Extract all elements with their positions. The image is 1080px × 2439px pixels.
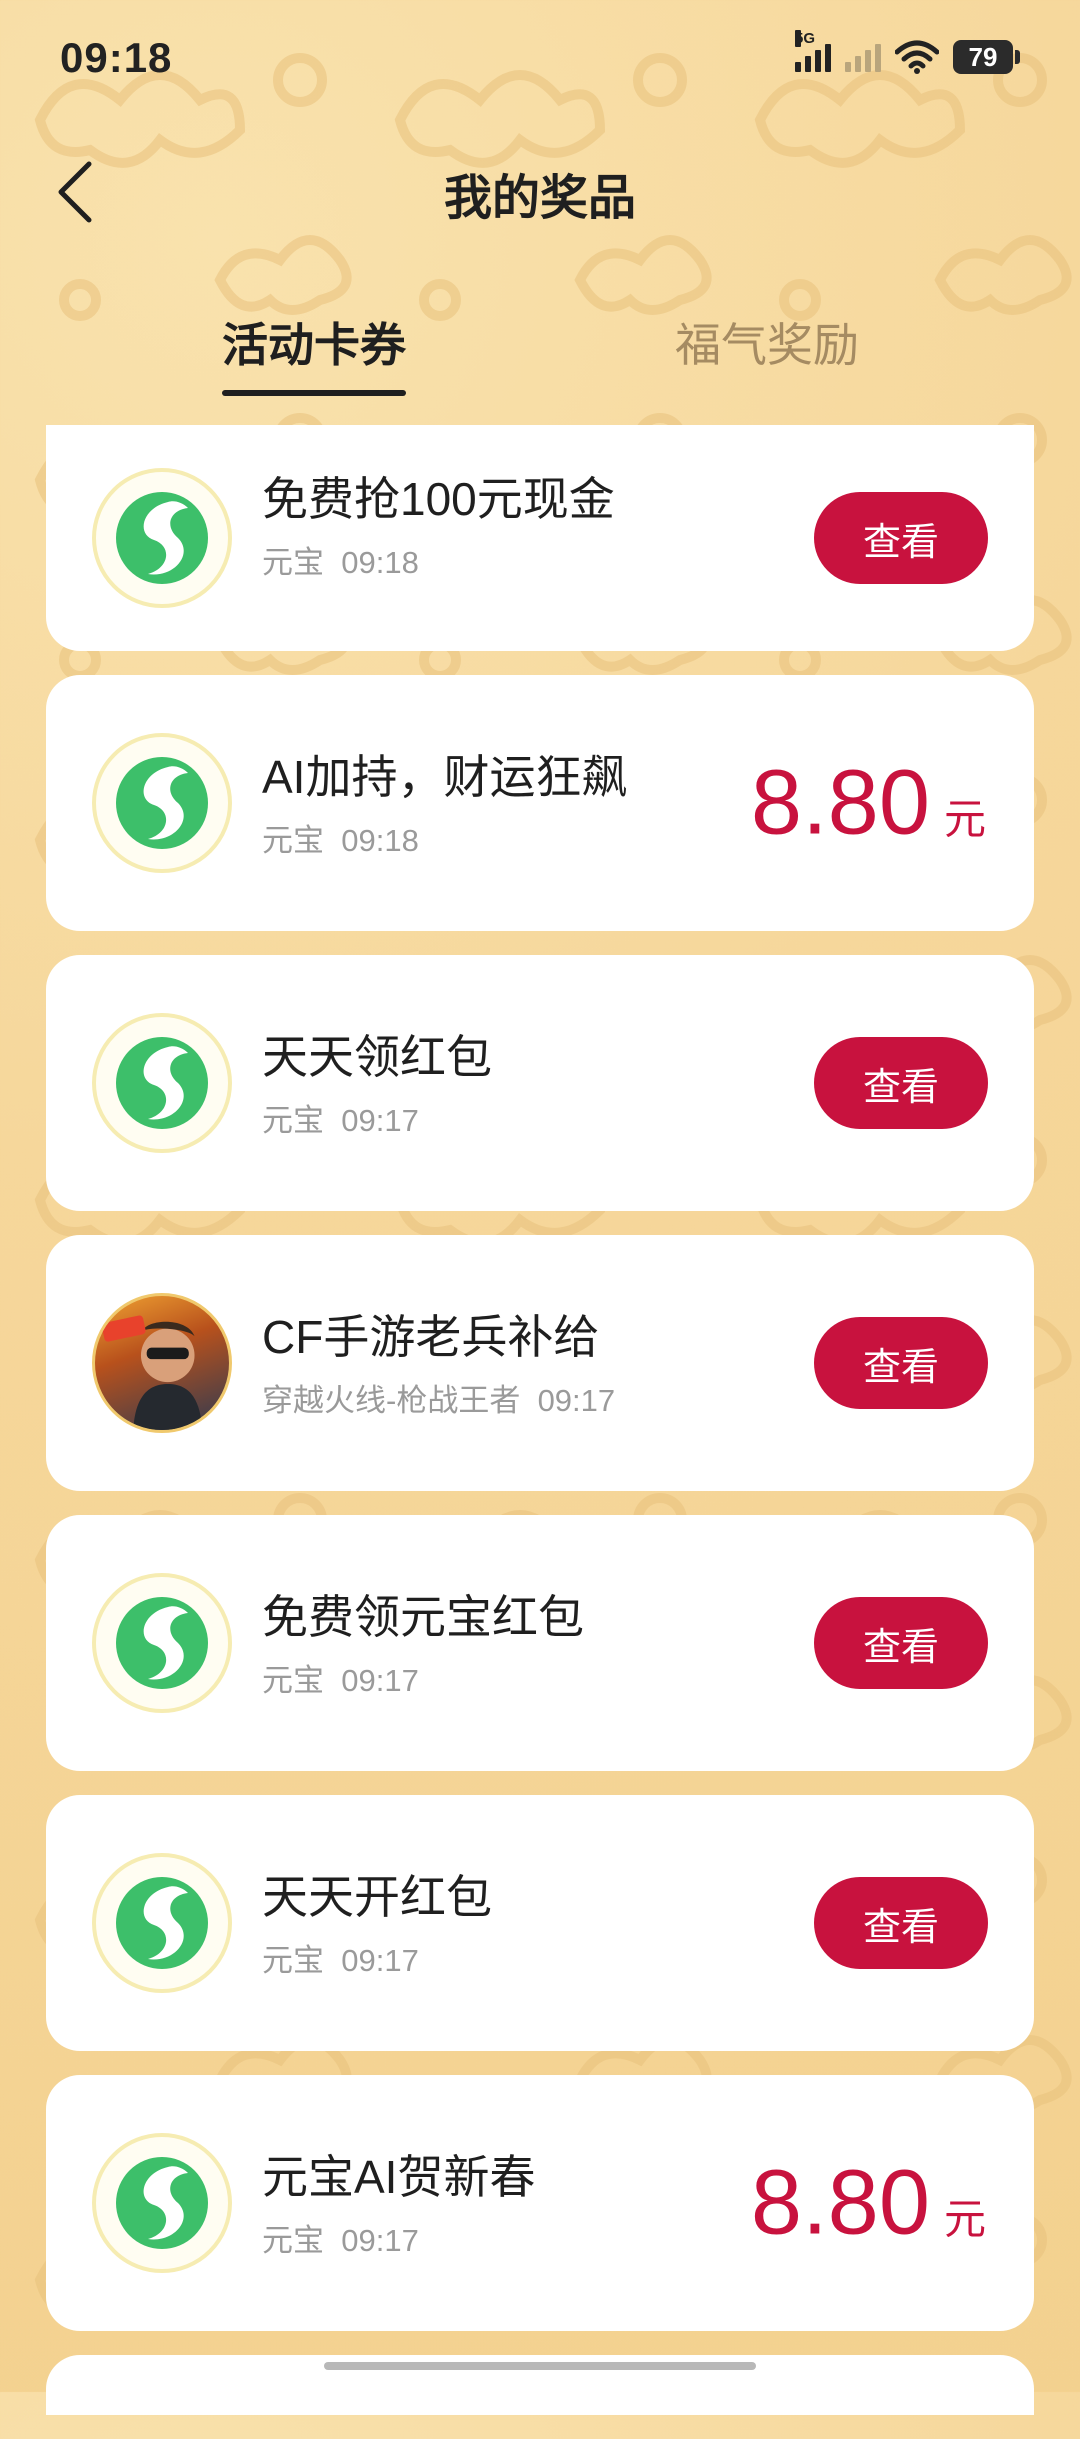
tab-label: 福气奖励 xyxy=(675,319,859,371)
prize-card[interactable]: 免费抢100元现金 元宝 09:18 查看 xyxy=(46,425,1034,651)
prize-card[interactable]: 天天领红包 元宝 09:17 查看 xyxy=(46,955,1034,1211)
prize-meta: 元宝 09:17 xyxy=(262,2223,419,2258)
view-button[interactable]: 查看 xyxy=(814,1877,988,1969)
tab-blessing-rewards[interactable]: 福气奖励 xyxy=(675,310,859,390)
amount-value: 8.80 xyxy=(750,2151,930,2254)
prize-meta: 穿越火线-枪战王者 09:17 xyxy=(262,1383,616,1418)
amount-unit: 元 xyxy=(943,2195,986,2243)
navigation-bar: 我的奖品 xyxy=(0,130,1080,250)
tab-label: 活动卡券 xyxy=(222,319,406,371)
wifi-icon xyxy=(895,40,939,74)
amount-value: 8.80 xyxy=(750,751,930,854)
network-type-label: 5G xyxy=(795,30,816,47)
battery-level: 79 xyxy=(953,40,1013,74)
yuanbao-logo-icon xyxy=(92,2133,232,2273)
view-button[interactable]: 查看 xyxy=(814,1037,988,1129)
view-button[interactable]: 查看 xyxy=(814,492,988,584)
prize-title: 免费领元宝红包 xyxy=(262,1591,584,1643)
prize-card[interactable]: 免费领元宝红包 元宝 09:17 查看 xyxy=(46,1515,1034,1771)
battery-icon: 79 xyxy=(953,40,1020,74)
prize-meta: 元宝 09:17 xyxy=(262,1103,419,1138)
prize-title: 免费抢100元现金 xyxy=(262,473,615,525)
status-bar: 09:18 5G 79 xyxy=(0,0,1080,120)
view-button[interactable]: 查看 xyxy=(814,1317,988,1409)
signal-5g-icon: 5G xyxy=(795,30,831,72)
amount-unit: 元 xyxy=(943,795,986,843)
yuanbao-logo-icon xyxy=(92,1573,232,1713)
home-indicator[interactable] xyxy=(324,2362,756,2370)
status-icons: 5G 79 xyxy=(795,30,1020,74)
prize-card[interactable]: 元宝AI贺新春 元宝 09:17 8.80 元 xyxy=(46,2075,1034,2331)
prize-title: CF手游老兵补给 xyxy=(262,1311,600,1363)
prize-amount: 8.80 元 xyxy=(751,751,986,856)
prize-meta: 元宝 09:18 xyxy=(262,545,419,580)
cf-game-avatar-icon xyxy=(92,1293,232,1433)
page-title: 我的奖品 xyxy=(443,172,636,225)
status-time: 09:18 xyxy=(60,34,173,81)
tab-bar: 活动卡券 福气奖励 xyxy=(0,310,1080,400)
prize-title: 天天开红包 xyxy=(262,1871,492,1923)
prize-meta: 元宝 09:17 xyxy=(262,1943,419,1978)
prize-meta: 元宝 09:17 xyxy=(262,1663,419,1698)
yuanbao-logo-icon xyxy=(92,1013,232,1153)
yuanbao-logo-icon xyxy=(92,1853,232,1993)
prize-card[interactable]: 天天开红包 元宝 09:17 查看 xyxy=(46,1795,1034,2051)
prize-title: 天天领红包 xyxy=(262,1031,492,1083)
prize-title: AI加持，财运狂飙 xyxy=(262,751,628,803)
prize-amount: 8.80 元 xyxy=(751,2151,986,2256)
yuanbao-logo-icon xyxy=(92,733,232,873)
prize-meta: 元宝 09:18 xyxy=(262,823,419,858)
view-button[interactable]: 查看 xyxy=(814,1597,988,1689)
signal-secondary-icon xyxy=(845,42,881,72)
tab-activity-coupons[interactable]: 活动卡券 xyxy=(222,310,406,396)
active-tab-indicator xyxy=(222,390,406,396)
prize-card[interactable]: AI加持，财运狂飙 元宝 09:18 8.80 元 xyxy=(46,675,1034,931)
prize-card[interactable]: CF手游老兵补给 穿越火线-枪战王者 09:17 查看 xyxy=(46,1235,1034,1491)
prize-title: 元宝AI贺新春 xyxy=(262,2151,536,2203)
prize-list: 免费抢100元现金 元宝 09:18 查看 AI加持，财运狂飙 元宝 09:18… xyxy=(46,425,1034,2439)
yuanbao-logo-icon xyxy=(92,468,232,608)
